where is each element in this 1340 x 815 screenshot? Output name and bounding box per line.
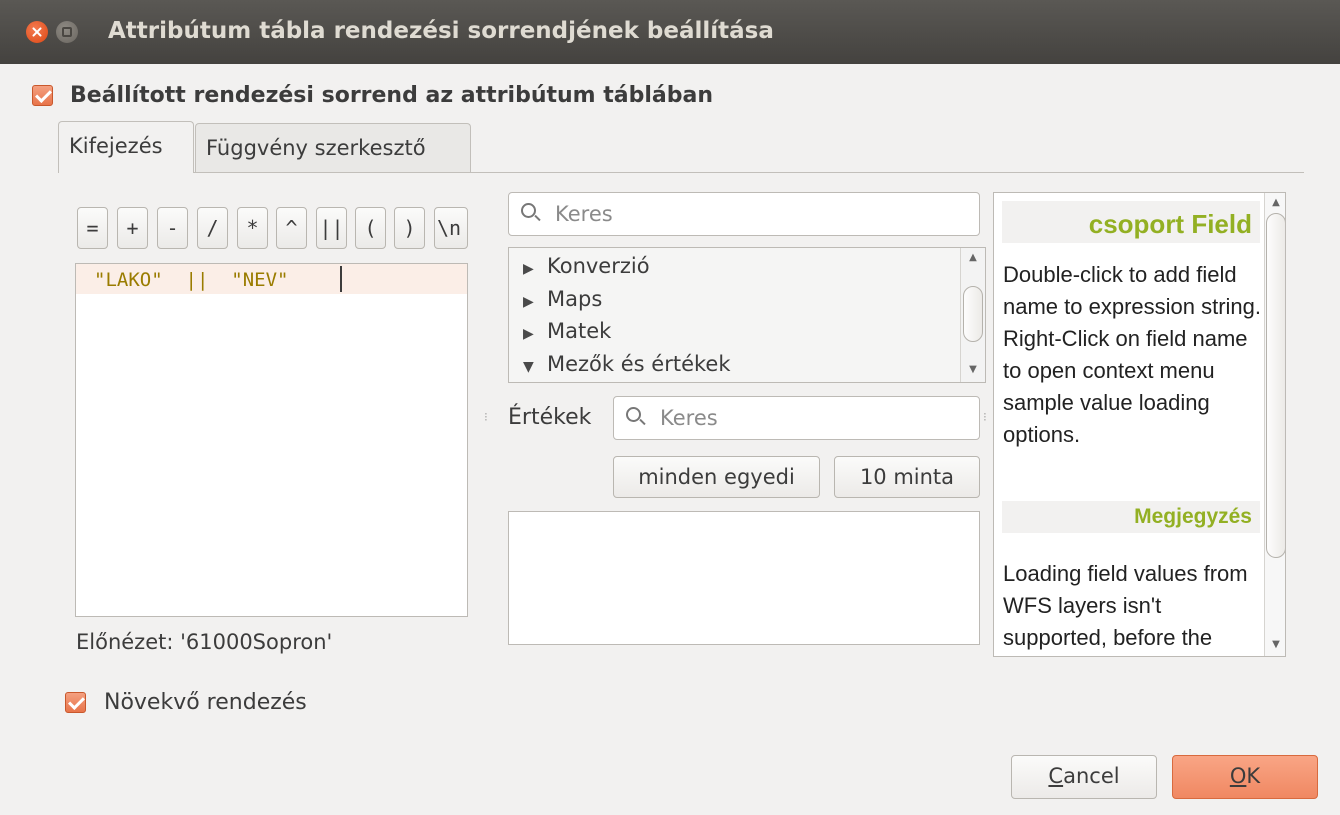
expression-preview: Előnézet: '61000Sopron' (76, 630, 333, 654)
expand-arrow-icon[interactable]: ▶ (523, 326, 547, 342)
tree-item-conversion[interactable]: ▶ Konverzió (523, 254, 650, 278)
values-search[interactable] (613, 396, 980, 440)
splitter-grip[interactable]: ⁝ (484, 411, 488, 423)
note-body: Loading field values from WFS layers isn… (1003, 561, 1248, 650)
ascending-checkbox-label[interactable]: Növekvő rendezés (104, 690, 307, 715)
ascending-checkbox[interactable] (65, 692, 86, 713)
tree-item-maps[interactable]: ▶ Maps (523, 287, 602, 311)
tree-item-label: Matek (547, 319, 612, 343)
expand-arrow-icon[interactable]: ▶ (523, 261, 547, 277)
splitter-grip[interactable]: ⁝ (983, 411, 987, 423)
help-title: csoport Field (1088, 209, 1252, 239)
values-list[interactable] (508, 511, 980, 645)
custom-sort-checkbox-label[interactable]: Beállított rendezési sorrend az attribút… (70, 83, 713, 108)
title-bar: Attribútum tábla rendezési sorrendjének … (0, 0, 1340, 64)
operator-divide-button[interactable]: / (197, 207, 228, 249)
scroll-up-icon[interactable]: ▲ (963, 252, 983, 263)
sample-values-button[interactable]: 10 minta (834, 456, 980, 498)
function-search-input[interactable] (555, 199, 931, 229)
tree-item-math[interactable]: ▶ Matek (523, 319, 611, 343)
expression-editor[interactable]: "LAKO" || "NEV" (75, 263, 468, 617)
operator-power-button[interactable]: ^ (276, 207, 307, 249)
expand-arrow-icon[interactable]: ▶ (523, 294, 547, 310)
tree-item-label: Konverzió (547, 254, 650, 278)
tree-item-label: Mezők és értékek (547, 352, 731, 376)
operator-open-paren-button[interactable]: ( (355, 207, 386, 249)
tab-function-editor[interactable]: Függvény szerkesztő (195, 123, 471, 173)
values-search-input[interactable] (660, 403, 952, 433)
cancel-mnemonic: C (1048, 764, 1064, 788)
tab-divider (58, 172, 1304, 173)
operator-plus-button[interactable]: + (117, 207, 148, 249)
cancel-label: ancel (1063, 764, 1120, 788)
minimize-window-button[interactable] (56, 21, 78, 43)
ok-label: K (1246, 764, 1261, 788)
collapse-arrow-icon[interactable]: ▼ (523, 359, 547, 375)
tree-scroll-thumb[interactable] (963, 286, 983, 342)
help-body: Double-click to add field name to expres… (1003, 262, 1262, 447)
tab-expression[interactable]: Kifejezés (58, 121, 194, 173)
help-header: csoport Field (1002, 201, 1260, 243)
function-search[interactable] (508, 192, 980, 236)
tree-scrollbar[interactable]: ▲ ▼ (960, 248, 985, 382)
custom-sort-checkbox[interactable] (32, 85, 53, 106)
values-label: Értékek (508, 405, 592, 430)
close-window-button[interactable] (26, 21, 48, 43)
tree-item-fields-values[interactable]: ▼ Mezők és értékek (523, 352, 730, 376)
help-scroll-thumb[interactable] (1266, 213, 1285, 558)
search-icon (626, 407, 641, 422)
note-header: Megjegyzés (1002, 501, 1260, 533)
scroll-down-icon[interactable]: ▼ (963, 364, 983, 375)
help-panel: csoport Field Double-click to add field … (993, 192, 1286, 657)
function-tree[interactable]: ▶ Konverzió ▶ Maps ▶ Matek ▼ Mezők és értéke… (508, 247, 986, 383)
help-scrollbar[interactable]: ▲ ▼ (1264, 193, 1285, 656)
scroll-up-icon[interactable]: ▲ (1266, 197, 1285, 208)
text-cursor (340, 266, 342, 292)
ok-mnemonic: O (1229, 764, 1247, 788)
operator-minus-button[interactable]: - (157, 207, 188, 249)
operator-concat-button[interactable]: || (316, 207, 347, 249)
cancel-button[interactable]: Cancel (1011, 755, 1157, 799)
note-title: Megjegyzés (1134, 505, 1252, 528)
window-title: Attribútum tábla rendezési sorrendjének … (108, 18, 774, 44)
search-icon (521, 203, 536, 218)
all-unique-button[interactable]: minden egyedi (613, 456, 820, 498)
operator-equals-button[interactable]: = (77, 207, 108, 249)
tree-item-label: Maps (547, 287, 603, 311)
operator-close-paren-button[interactable]: ) (394, 207, 425, 249)
operator-newline-button[interactable]: \n (434, 207, 468, 249)
scroll-down-icon[interactable]: ▼ (1266, 639, 1285, 650)
ok-button[interactable]: OK (1172, 755, 1318, 799)
expression-text: "LAKO" || "NEV" (94, 269, 289, 291)
operator-multiply-button[interactable]: * (237, 207, 268, 249)
